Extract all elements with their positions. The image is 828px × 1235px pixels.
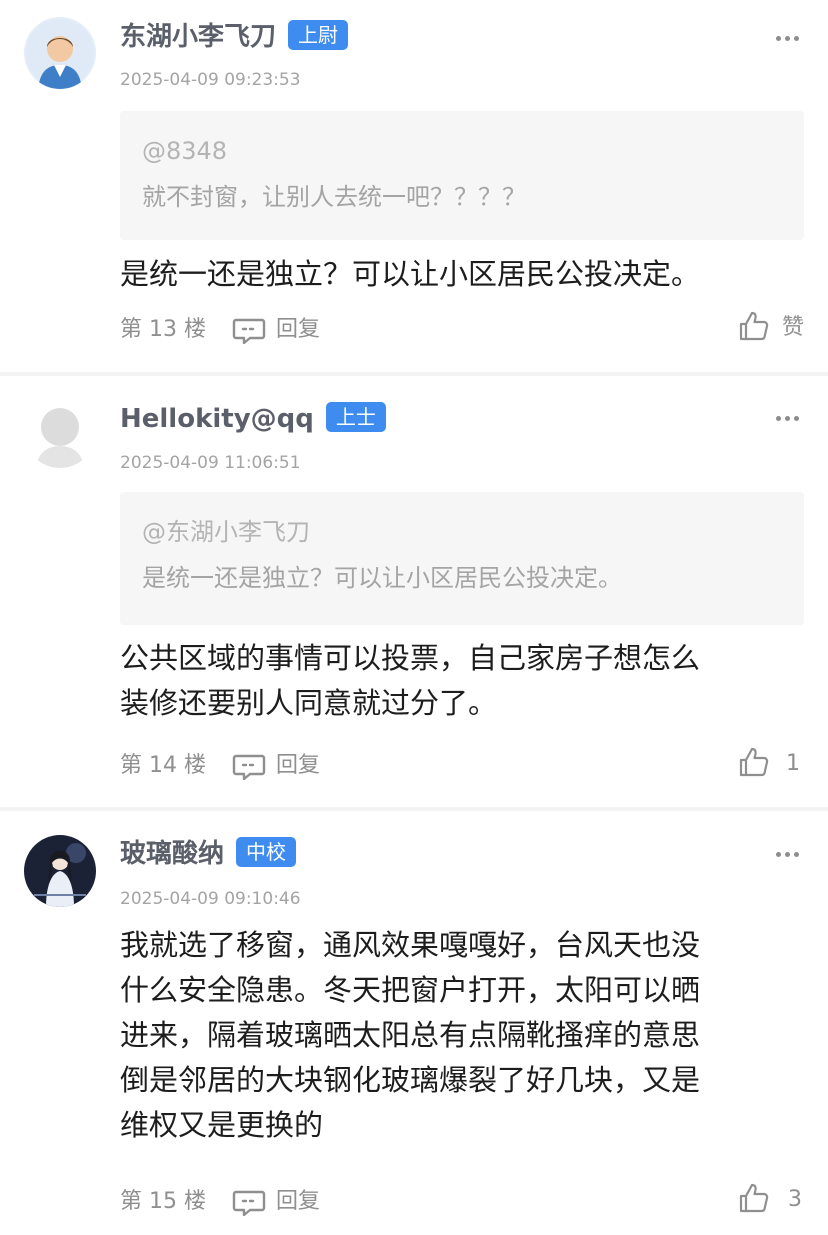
comment-line: 倒是邻居的大块钢化玻璃爆裂了好几块，又是	[120, 1063, 701, 1097]
avatar[interactable]	[24, 835, 96, 907]
more-dots-icon	[776, 36, 781, 41]
comment-bubble-icon	[232, 754, 266, 780]
reply-label: 回复	[276, 753, 321, 778]
quote-text: 就不封窗，让别人去统一吧？？？？	[142, 183, 526, 211]
more-dot	[794, 852, 799, 857]
floor-number: 第 15 楼	[120, 1189, 206, 1214]
timestamp: 2025-04-09 11:06:51	[120, 453, 301, 473]
more-options-button[interactable]	[776, 416, 800, 422]
user-avatar-icon	[24, 17, 96, 89]
thumbs-up-icon	[739, 311, 769, 341]
more-dot	[785, 416, 790, 421]
thumbs-up-icon	[739, 1183, 769, 1213]
more-dot	[785, 36, 790, 41]
username-text[interactable]: 玻璃酸纳	[120, 839, 224, 869]
username[interactable]: 玻璃酸纳 中校	[120, 835, 297, 873]
comment-line: 维权又是更换的	[120, 1108, 324, 1142]
comment-body: 是统一还是独立？可以让小区居民公投决定。	[120, 252, 790, 297]
username[interactable]: Hellokity@qq 上士	[120, 400, 386, 438]
timestamp: 2025-04-09 09:10:46	[120, 889, 301, 909]
comment-line: 公共区域的事情可以投票，自己家房子想怎么	[120, 641, 701, 675]
comment-bubble-icon	[232, 318, 266, 344]
reply-label: 回复	[276, 317, 321, 342]
username-text[interactable]: 东湖小李飞刀	[120, 22, 276, 52]
comment-item: 玻璃酸纳 中校 2025-04-09 09:10:46 我就选了移窗，通风效果嘎嘎…	[0, 811, 828, 1235]
more-dots-icon	[776, 416, 781, 421]
like-count: 赞	[781, 315, 804, 340]
user-avatar-icon	[24, 835, 96, 907]
comment-line: 是统一还是独立？可以让小区居民公投决定。	[120, 257, 701, 291]
floor-number: 第 13 楼	[120, 317, 206, 342]
quote-text: 是统一还是独立？可以让小区居民公投决定。	[142, 564, 622, 592]
comment-body: 公共区域的事情可以投票，自己家房子想怎么 装修还要别人同意就过分了。	[120, 636, 790, 726]
comment-line: 装修还要别人同意就过分了。	[120, 686, 498, 720]
comment-line: 什么安全隐患。冬天把窗户打开，太阳可以晒	[120, 973, 701, 1007]
avatar[interactable]	[24, 396, 96, 468]
comment-bubble-icon	[232, 1190, 266, 1216]
comment-item: 东湖小李飞刀 上尉 2025-04-09 09:23:53 @8348 就不封窗，…	[0, 0, 828, 372]
quote-mention: @东湖小李飞刀	[142, 518, 310, 546]
like-count: 3	[788, 1187, 802, 1212]
username-text[interactable]: Hellokity@qq	[120, 404, 314, 434]
more-options-button[interactable]	[776, 36, 800, 42]
more-options-button[interactable]	[776, 852, 800, 858]
comment-line: 进来，隔着玻璃晒太阳总有点隔靴搔痒的意思	[120, 1018, 701, 1052]
rank-badge: 中校	[236, 837, 297, 867]
comment-footer: 第 14 楼 回复 1	[120, 747, 804, 784]
comment-footer: 第 15 楼 回复 3	[120, 1183, 804, 1220]
more-dots-icon	[776, 852, 781, 857]
more-dot	[785, 852, 790, 857]
floor-number: 第 14 楼	[120, 753, 206, 778]
default-avatar-icon	[24, 396, 96, 468]
like-button[interactable]: 3	[734, 1180, 804, 1220]
quoted-comment[interactable]: @东湖小李飞刀 是统一还是独立？可以让小区居民公投决定。	[120, 492, 804, 625]
thumbs-up-icon	[739, 747, 769, 777]
rank-badge: 上尉	[288, 20, 349, 50]
like-button[interactable]: 赞	[734, 308, 804, 348]
more-dot	[794, 36, 799, 41]
more-dot	[794, 416, 799, 421]
avatar[interactable]	[24, 17, 96, 89]
quoted-comment[interactable]: @8348 就不封窗，让别人去统一吧？？？？	[120, 111, 804, 240]
timestamp: 2025-04-09 09:23:53	[120, 70, 301, 90]
comment-line: 我就选了移窗，通风效果嘎嘎好，台风天也没	[120, 928, 701, 962]
comment-body: 我就选了移窗，通风效果嘎嘎好，台风天也没 什么安全隐患。冬天把窗户打开，太阳可以…	[120, 923, 790, 1148]
reply-label: 回复	[276, 1189, 321, 1214]
quote-mention: @8348	[142, 137, 228, 165]
rank-badge: 上士	[325, 402, 386, 432]
like-count: 1	[786, 751, 800, 776]
comment-footer: 第 13 楼 回复 赞	[120, 311, 804, 348]
like-button[interactable]: 1	[734, 744, 804, 784]
comment-item: Hellokity@qq 上士 2025-04-09 11:06:51 @东湖小李…	[0, 376, 828, 807]
username[interactable]: 东湖小李飞刀 上尉	[120, 18, 349, 56]
